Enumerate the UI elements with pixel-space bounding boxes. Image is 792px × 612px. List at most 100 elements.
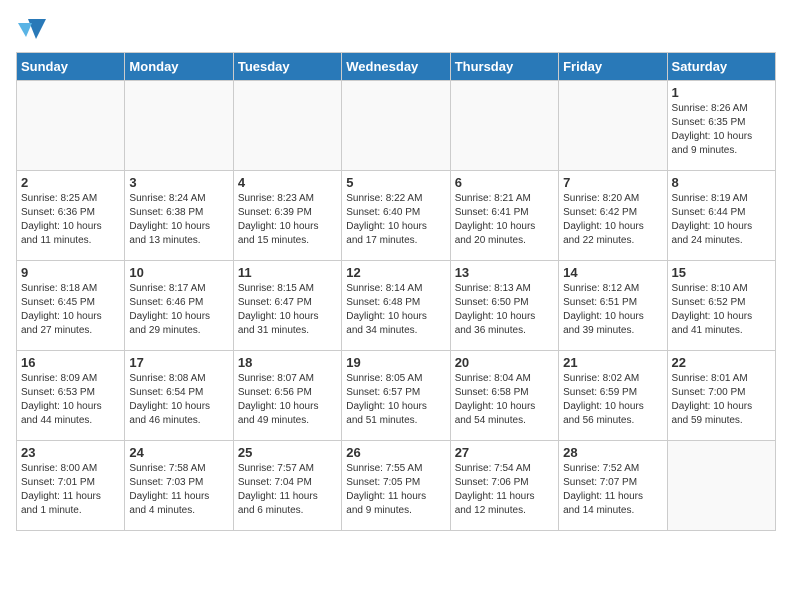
calendar-cell: 3 Sunrise: 8:24 AM Sunset: 6:38 PM Daylig… [125, 171, 233, 261]
day-number: 1 [672, 85, 771, 100]
day-number: 8 [672, 175, 771, 190]
day-number: 12 [346, 265, 445, 280]
logo-icon [18, 17, 46, 41]
day-header-wednesday: Wednesday [342, 53, 450, 81]
logo [16, 16, 48, 42]
day-info: Sunrise: 8:24 AM Sunset: 6:38 PM Dayligh… [129, 192, 228, 248]
day-number: 11 [238, 265, 337, 280]
calendar-cell: 13 Sunrise: 8:13 AM Sunset: 6:50 PM Dayli… [450, 261, 558, 351]
calendar-cell [17, 81, 125, 171]
calendar-cell: 14 Sunrise: 8:12 AM Sunset: 6:51 PM Dayli… [559, 261, 667, 351]
day-info: Sunrise: 7:58 AM Sunset: 7:03 PM Dayligh… [129, 462, 228, 518]
calendar-cell: 20 Sunrise: 8:04 AM Sunset: 6:58 PM Dayli… [450, 351, 558, 441]
day-info: Sunrise: 8:09 AM Sunset: 6:53 PM Dayligh… [21, 372, 120, 428]
day-header-friday: Friday [559, 53, 667, 81]
day-info: Sunrise: 7:55 AM Sunset: 7:05 PM Dayligh… [346, 462, 445, 518]
day-info: Sunrise: 7:52 AM Sunset: 7:07 PM Dayligh… [563, 462, 662, 518]
day-info: Sunrise: 8:07 AM Sunset: 6:56 PM Dayligh… [238, 372, 337, 428]
calendar-cell [125, 81, 233, 171]
day-info: Sunrise: 8:22 AM Sunset: 6:40 PM Dayligh… [346, 192, 445, 248]
day-info: Sunrise: 8:20 AM Sunset: 6:42 PM Dayligh… [563, 192, 662, 248]
calendar-cell: 16 Sunrise: 8:09 AM Sunset: 6:53 PM Dayli… [17, 351, 125, 441]
calendar-week-2: 2 Sunrise: 8:25 AM Sunset: 6:36 PM Daylig… [17, 171, 776, 261]
day-info: Sunrise: 8:18 AM Sunset: 6:45 PM Dayligh… [21, 282, 120, 338]
day-number: 22 [672, 355, 771, 370]
day-number: 24 [129, 445, 228, 460]
calendar-table: SundayMondayTuesdayWednesdayThursdayFrid… [16, 52, 776, 531]
day-number: 27 [455, 445, 554, 460]
day-info: Sunrise: 8:01 AM Sunset: 7:00 PM Dayligh… [672, 372, 771, 428]
day-info: Sunrise: 8:23 AM Sunset: 6:39 PM Dayligh… [238, 192, 337, 248]
day-number: 25 [238, 445, 337, 460]
calendar-cell [342, 81, 450, 171]
day-number: 3 [129, 175, 228, 190]
day-info: Sunrise: 8:21 AM Sunset: 6:41 PM Dayligh… [455, 192, 554, 248]
day-info: Sunrise: 8:05 AM Sunset: 6:57 PM Dayligh… [346, 372, 445, 428]
calendar-cell: 7 Sunrise: 8:20 AM Sunset: 6:42 PM Daylig… [559, 171, 667, 261]
day-number: 17 [129, 355, 228, 370]
calendar-cell: 6 Sunrise: 8:21 AM Sunset: 6:41 PM Daylig… [450, 171, 558, 261]
calendar-cell: 27 Sunrise: 7:54 AM Sunset: 7:06 PM Dayli… [450, 441, 558, 531]
calendar-week-5: 23 Sunrise: 8:00 AM Sunset: 7:01 PM Dayli… [17, 441, 776, 531]
day-header-saturday: Saturday [667, 53, 775, 81]
calendar-week-3: 9Sunrise: 8:18 AM Sunset: 6:45 PM Daylig… [17, 261, 776, 351]
day-number: 21 [563, 355, 662, 370]
calendar-cell [450, 81, 558, 171]
day-number: 10 [129, 265, 228, 280]
day-number: 16 [21, 355, 120, 370]
calendar-cell: 2 Sunrise: 8:25 AM Sunset: 6:36 PM Daylig… [17, 171, 125, 261]
day-info: Sunrise: 7:54 AM Sunset: 7:06 PM Dayligh… [455, 462, 554, 518]
day-header-thursday: Thursday [450, 53, 558, 81]
calendar-cell: 11 Sunrise: 8:15 AM Sunset: 6:47 PM Dayli… [233, 261, 341, 351]
day-number: 20 [455, 355, 554, 370]
calendar-week-1: 1 Sunrise: 8:26 AM Sunset: 6:35 PM Daylig… [17, 81, 776, 171]
calendar-cell: 9Sunrise: 8:18 AM Sunset: 6:45 PM Daylig… [17, 261, 125, 351]
day-number: 28 [563, 445, 662, 460]
day-info: Sunrise: 8:02 AM Sunset: 6:59 PM Dayligh… [563, 372, 662, 428]
day-info: Sunrise: 8:10 AM Sunset: 6:52 PM Dayligh… [672, 282, 771, 338]
day-info: Sunrise: 8:26 AM Sunset: 6:35 PM Dayligh… [672, 102, 771, 158]
day-info: Sunrise: 8:19 AM Sunset: 6:44 PM Dayligh… [672, 192, 771, 248]
day-header-tuesday: Tuesday [233, 53, 341, 81]
calendar-cell: 10 Sunrise: 8:17 AM Sunset: 6:46 PM Dayli… [125, 261, 233, 351]
day-info: Sunrise: 8:15 AM Sunset: 6:47 PM Dayligh… [238, 282, 337, 338]
day-number: 14 [563, 265, 662, 280]
calendar-cell: 25 Sunrise: 7:57 AM Sunset: 7:04 PM Dayli… [233, 441, 341, 531]
calendar-cell [667, 441, 775, 531]
day-info: Sunrise: 8:14 AM Sunset: 6:48 PM Dayligh… [346, 282, 445, 338]
day-header-monday: Monday [125, 53, 233, 81]
day-number: 6 [455, 175, 554, 190]
day-number: 2 [21, 175, 120, 190]
calendar-cell [233, 81, 341, 171]
calendar-cell [559, 81, 667, 171]
calendar-cell: 26 Sunrise: 7:55 AM Sunset: 7:05 PM Dayli… [342, 441, 450, 531]
day-header-sunday: Sunday [17, 53, 125, 81]
day-number: 5 [346, 175, 445, 190]
day-number: 13 [455, 265, 554, 280]
calendar-cell: 21 Sunrise: 8:02 AM Sunset: 6:59 PM Dayli… [559, 351, 667, 441]
calendar-week-4: 16 Sunrise: 8:09 AM Sunset: 6:53 PM Dayli… [17, 351, 776, 441]
calendar-cell: 4Sunrise: 8:23 AM Sunset: 6:39 PM Daylig… [233, 171, 341, 261]
day-number: 23 [21, 445, 120, 460]
calendar-cell: 18Sunrise: 8:07 AM Sunset: 6:56 PM Dayli… [233, 351, 341, 441]
day-number: 19 [346, 355, 445, 370]
day-number: 26 [346, 445, 445, 460]
day-info: Sunrise: 8:25 AM Sunset: 6:36 PM Dayligh… [21, 192, 120, 248]
calendar-cell: 17 Sunrise: 8:08 AM Sunset: 6:54 PM Dayli… [125, 351, 233, 441]
day-info: Sunrise: 8:08 AM Sunset: 6:54 PM Dayligh… [129, 372, 228, 428]
day-number: 7 [563, 175, 662, 190]
day-info: Sunrise: 8:04 AM Sunset: 6:58 PM Dayligh… [455, 372, 554, 428]
day-info: Sunrise: 8:00 AM Sunset: 7:01 PM Dayligh… [21, 462, 120, 518]
day-info: Sunrise: 7:57 AM Sunset: 7:04 PM Dayligh… [238, 462, 337, 518]
day-info: Sunrise: 8:13 AM Sunset: 6:50 PM Dayligh… [455, 282, 554, 338]
calendar-cell: 15 Sunrise: 8:10 AM Sunset: 6:52 PM Dayli… [667, 261, 775, 351]
day-info: Sunrise: 8:17 AM Sunset: 6:46 PM Dayligh… [129, 282, 228, 338]
calendar-cell: 8 Sunrise: 8:19 AM Sunset: 6:44 PM Daylig… [667, 171, 775, 261]
calendar-header-row: SundayMondayTuesdayWednesdayThursdayFrid… [17, 53, 776, 81]
day-number: 15 [672, 265, 771, 280]
calendar-cell: 19 Sunrise: 8:05 AM Sunset: 6:57 PM Dayli… [342, 351, 450, 441]
calendar-cell: 24 Sunrise: 7:58 AM Sunset: 7:03 PM Dayli… [125, 441, 233, 531]
calendar-cell: 12 Sunrise: 8:14 AM Sunset: 6:48 PM Dayli… [342, 261, 450, 351]
day-info: Sunrise: 8:12 AM Sunset: 6:51 PM Dayligh… [563, 282, 662, 338]
calendar-cell: 23 Sunrise: 8:00 AM Sunset: 7:01 PM Dayli… [17, 441, 125, 531]
